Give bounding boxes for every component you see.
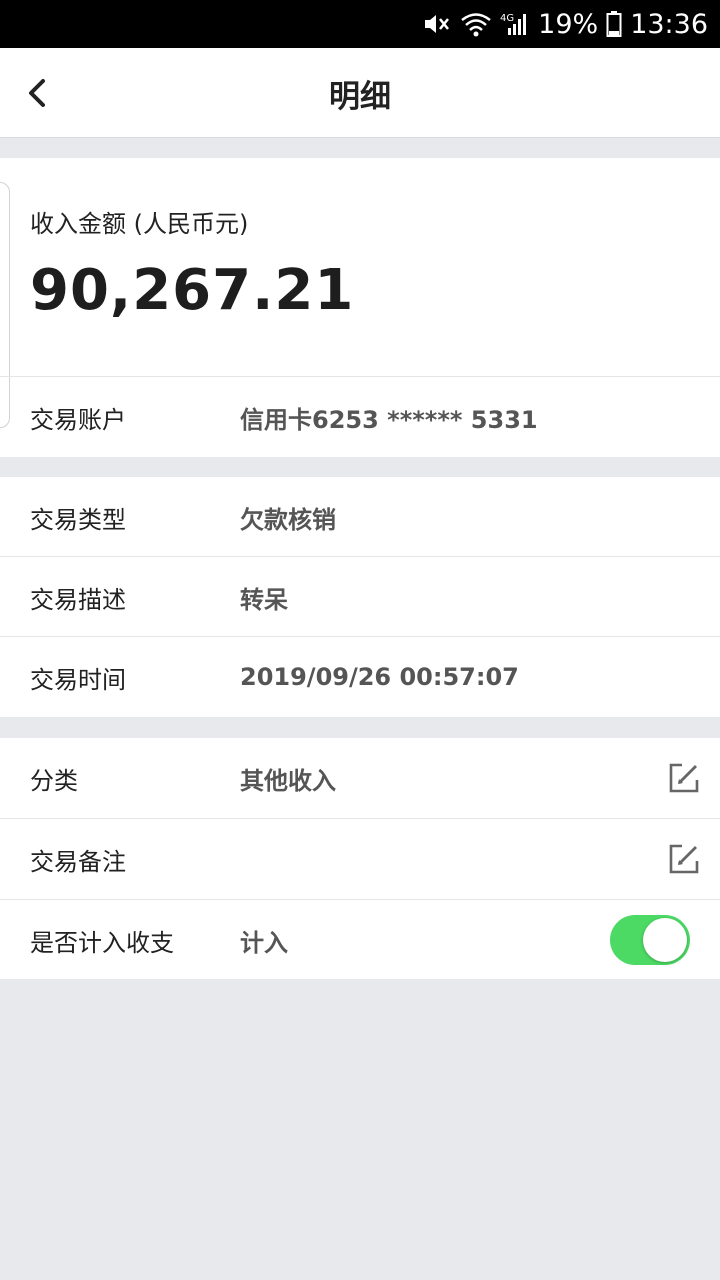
page-title: 明细 bbox=[329, 78, 391, 115]
time-row: 交易时间 2019/09/26 00:57:07 bbox=[0, 637, 720, 717]
account-value: 信用卡6253 ****** 5331 bbox=[240, 405, 538, 434]
note-label: 交易备注 bbox=[30, 847, 126, 876]
type-label: 交易类型 bbox=[30, 505, 126, 534]
account-row: 交易账户 信用卡6253 ****** 5331 bbox=[0, 377, 720, 457]
account-label: 交易账户 bbox=[30, 405, 126, 434]
toggle-knob bbox=[643, 918, 687, 962]
amount-label: 收入金额 (人民币元) bbox=[30, 210, 249, 238]
battery-icon bbox=[606, 10, 622, 38]
time-label: 交易时间 bbox=[30, 665, 126, 694]
wifi-icon bbox=[460, 11, 492, 37]
battery-percent: 19% bbox=[538, 8, 599, 40]
description-row: 交易描述 转呆 bbox=[0, 557, 720, 637]
category-row[interactable]: 分类 其他收入 bbox=[0, 738, 720, 818]
include-row: 是否计入收支 计入 bbox=[0, 900, 720, 980]
details-card: 交易类型 欠款核销 交易描述 转呆 交易时间 2019/09/26 00:57:… bbox=[0, 477, 720, 717]
description-label: 交易描述 bbox=[30, 585, 126, 614]
include-toggle[interactable] bbox=[610, 915, 690, 965]
type-value: 欠款核销 bbox=[240, 505, 336, 534]
network-label: 4G bbox=[500, 13, 514, 24]
note-row[interactable]: 交易备注 bbox=[0, 819, 720, 899]
status-bar: 4G 19% 13:36 bbox=[0, 0, 720, 48]
mute-icon bbox=[422, 11, 452, 37]
edit-icon[interactable] bbox=[668, 843, 700, 875]
amount-card: 收入金额 (人民币元) 90,267.21 交易账户 信用卡6253 *****… bbox=[0, 158, 720, 457]
time-value: 2019/09/26 00:57:07 bbox=[240, 663, 519, 691]
edit-icon[interactable] bbox=[668, 762, 700, 794]
category-value: 其他收入 bbox=[240, 766, 336, 795]
include-label: 是否计入收支 bbox=[30, 928, 174, 957]
nav-bar: 明细 bbox=[0, 48, 720, 138]
chevron-left-icon bbox=[29, 79, 45, 107]
type-row: 交易类型 欠款核销 bbox=[0, 477, 720, 557]
settings-card: 分类 其他收入 交易备注 是否计入收支 计入 bbox=[0, 738, 720, 979]
back-button[interactable] bbox=[14, 70, 60, 116]
include-value: 计入 bbox=[240, 928, 288, 957]
category-label: 分类 bbox=[30, 766, 78, 795]
amount-value: 90,267.21 bbox=[30, 258, 355, 323]
clock: 13:36 bbox=[630, 8, 708, 40]
description-value: 转呆 bbox=[240, 585, 288, 614]
signal-icon: 4G bbox=[500, 11, 528, 37]
